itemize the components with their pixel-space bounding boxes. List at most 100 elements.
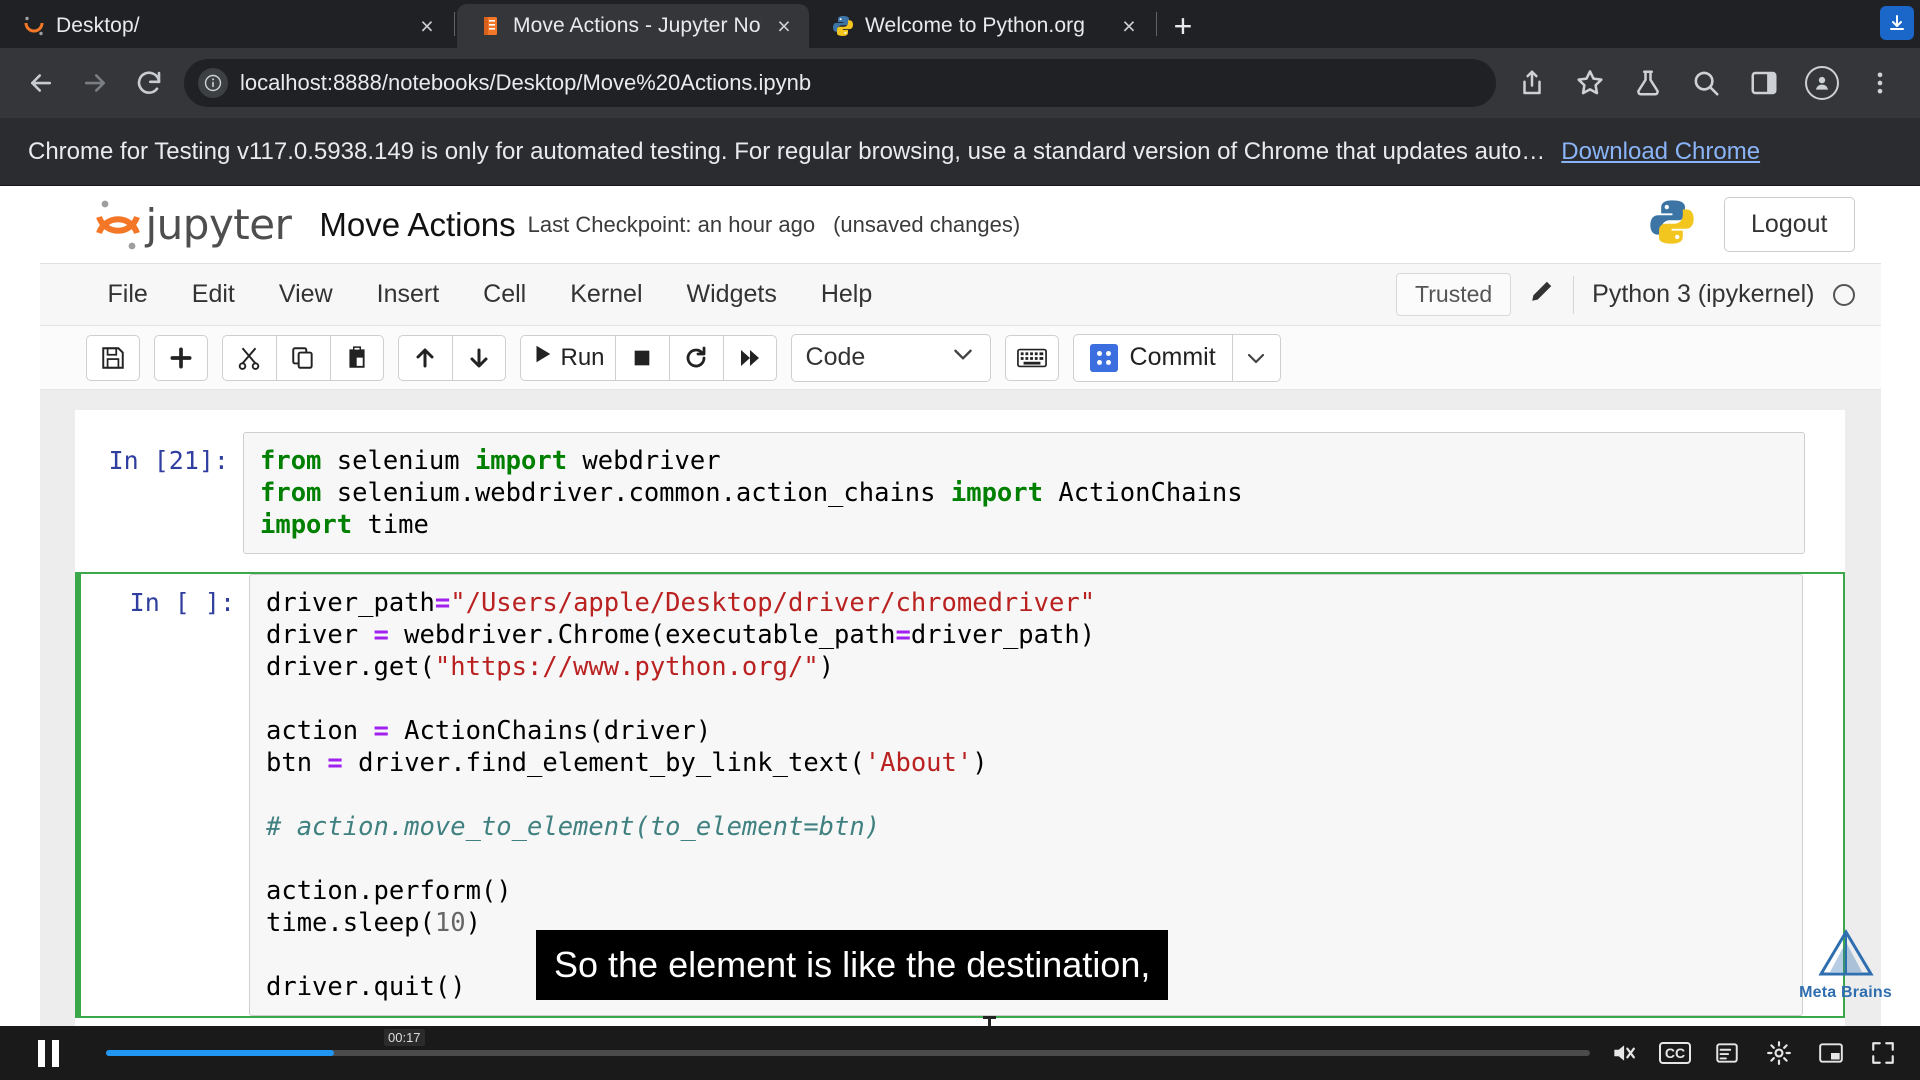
move-cell-up-button[interactable] <box>397 334 452 381</box>
menu-insert[interactable]: Insert <box>355 280 462 309</box>
player-right-controls: CC <box>1600 1026 1920 1080</box>
meta-brains-watermark: Meta Brains <box>1799 928 1892 1002</box>
picture-in-picture-icon[interactable] <box>1808 1026 1854 1080</box>
tab-close-icon[interactable]: × <box>414 13 440 39</box>
forward-button[interactable] <box>68 56 122 110</box>
commit-label: Commit <box>1129 343 1216 371</box>
site-info-icon[interactable] <box>198 68 228 98</box>
jupyter-header-right: Logout <box>1646 196 1855 253</box>
cut-cells-button[interactable] <box>221 334 276 381</box>
move-cell-group <box>397 334 506 381</box>
copy-cells-button[interactable] <box>275 334 330 381</box>
insert-cell-group <box>153 334 208 381</box>
edit-pencil-icon[interactable] <box>1529 278 1555 311</box>
menu-divider <box>1573 275 1575 314</box>
reload-button[interactable] <box>122 56 176 110</box>
keyboard-shortcuts-button[interactable] <box>1004 334 1059 381</box>
paste-cells-button[interactable] <box>329 334 384 381</box>
play-triangle-icon <box>531 343 553 372</box>
notebook-cell-0[interactable]: In [21]: from selenium import webdriver f… <box>75 432 1845 554</box>
meta-brains-logo-icon <box>1817 929 1874 976</box>
current-time-label: 00:17 <box>384 1029 425 1046</box>
python-icon <box>831 14 855 38</box>
three-dot-menu-icon[interactable] <box>1854 57 1906 109</box>
pause-button[interactable] <box>0 1026 96 1080</box>
transcript-icon[interactable] <box>1704 1026 1750 1080</box>
video-caption-overlay: So the element is like the destination, <box>536 930 1169 1000</box>
run-cell-button[interactable]: Run <box>519 334 615 381</box>
browser-tab-strip: Desktop/ × Move Actions - Jupyter Noteb … <box>0 0 1920 48</box>
interrupt-kernel-button[interactable] <box>614 334 669 381</box>
download-chrome-link[interactable]: Download Chrome <box>1561 138 1760 166</box>
commit-square-icon <box>1089 343 1118 372</box>
code-line: # action.move_to_element(to_element=btn) <box>266 812 881 842</box>
infobar-message: Chrome for Testing v117.0.5938.149 is on… <box>28 137 1546 165</box>
jupyter-wordmark: jupyter <box>145 200 292 249</box>
address-bar[interactable]: localhost:8888/notebooks/Desktop/Move%20… <box>184 59 1496 107</box>
browser-tab-1[interactable]: Move Actions - Jupyter Noteb × <box>457 4 809 48</box>
tab-title: Welcome to Python.org <box>865 14 1085 37</box>
tab-close-icon[interactable]: × <box>1116 13 1142 39</box>
menu-widgets[interactable]: Widgets <box>665 280 799 309</box>
flask-icon[interactable] <box>1622 57 1674 109</box>
search-icon[interactable] <box>1680 57 1732 109</box>
python-logo-icon <box>1646 196 1698 253</box>
url-text[interactable]: localhost:8888/notebooks/Desktop/Move%20… <box>240 70 811 96</box>
save-group <box>85 334 140 381</box>
logout-button[interactable]: Logout <box>1724 197 1855 252</box>
kernel-idle-indicator <box>1832 283 1855 306</box>
jupyter-icon <box>22 14 46 38</box>
menu-help[interactable]: Help <box>799 280 894 309</box>
bookmark-star-icon[interactable] <box>1564 57 1616 109</box>
browser-tab-0[interactable]: Desktop/ × <box>0 4 452 48</box>
cc-label: CC <box>1658 1042 1692 1064</box>
kernel-name-label[interactable]: Python 3 (ipykernel) <box>1592 280 1814 309</box>
commit-button[interactable]: Commit <box>1072 333 1233 382</box>
cell-code-editor[interactable]: from selenium import webdriver from selen… <box>243 432 1805 554</box>
cc-icon[interactable]: CC <box>1652 1026 1698 1080</box>
save-button[interactable] <box>85 334 140 381</box>
menu-edit[interactable]: Edit <box>170 280 257 309</box>
jupyter-header: jupyter Move Actions Last Checkpoint: an… <box>39 186 1881 264</box>
code-line: action = ActionChains(driver) <box>266 716 712 746</box>
tab-divider <box>454 12 455 36</box>
notebook-title[interactable]: Move Actions <box>319 206 515 244</box>
chrome-testing-infobar: Chrome for Testing v117.0.5938.149 is on… <box>0 118 1920 186</box>
code-line: btn = driver.find_element_by_link_text('… <box>266 748 988 778</box>
browser-tab-2[interactable]: Welcome to Python.org × <box>809 4 1154 48</box>
insert-cell-below-button[interactable] <box>153 334 208 381</box>
menu-kernel[interactable]: Kernel <box>548 280 664 309</box>
cell-type-value: Code <box>805 343 866 371</box>
jupyter-logo[interactable]: jupyter <box>92 197 292 253</box>
share-icon[interactable] <box>1506 57 1558 109</box>
move-cell-down-button[interactable] <box>451 334 506 381</box>
commit-dropdown-button[interactable] <box>1232 333 1281 382</box>
download-indicator-icon[interactable] <box>1880 6 1914 40</box>
side-panel-icon[interactable] <box>1738 57 1790 109</box>
cell-type-select[interactable]: Code <box>790 333 991 382</box>
code-line: from selenium.webdriver.common.action_ch… <box>260 478 1243 508</box>
video-progress-bar[interactable]: 00:17 <box>96 1026 1600 1080</box>
chevron-down-icon <box>950 341 976 374</box>
restart-and-run-all-button[interactable] <box>722 334 777 381</box>
jupyter-shell: jupyter Move Actions Last Checkpoint: an… <box>39 186 1881 1050</box>
tab-close-icon[interactable]: × <box>771 13 797 39</box>
trusted-badge[interactable]: Trusted <box>1396 273 1512 316</box>
menu-file[interactable]: File <box>86 280 170 309</box>
menu-cell[interactable]: Cell <box>461 280 548 309</box>
mute-icon[interactable] <box>1600 1026 1646 1080</box>
settings-gear-icon[interactable] <box>1756 1026 1802 1080</box>
fullscreen-icon[interactable] <box>1860 1026 1906 1080</box>
back-button[interactable] <box>14 56 68 110</box>
profile-avatar-icon[interactable] <box>1796 57 1848 109</box>
restart-kernel-button[interactable] <box>668 334 723 381</box>
watermark-label: Meta Brains <box>1799 984 1892 1001</box>
code-line: from selenium import webdriver <box>260 446 721 476</box>
menu-view[interactable]: View <box>257 280 355 309</box>
tab-title: Move Actions - Jupyter Noteb <box>513 14 761 37</box>
new-tab-button[interactable]: + <box>1159 4 1207 48</box>
browser-action-icons <box>1506 57 1906 109</box>
